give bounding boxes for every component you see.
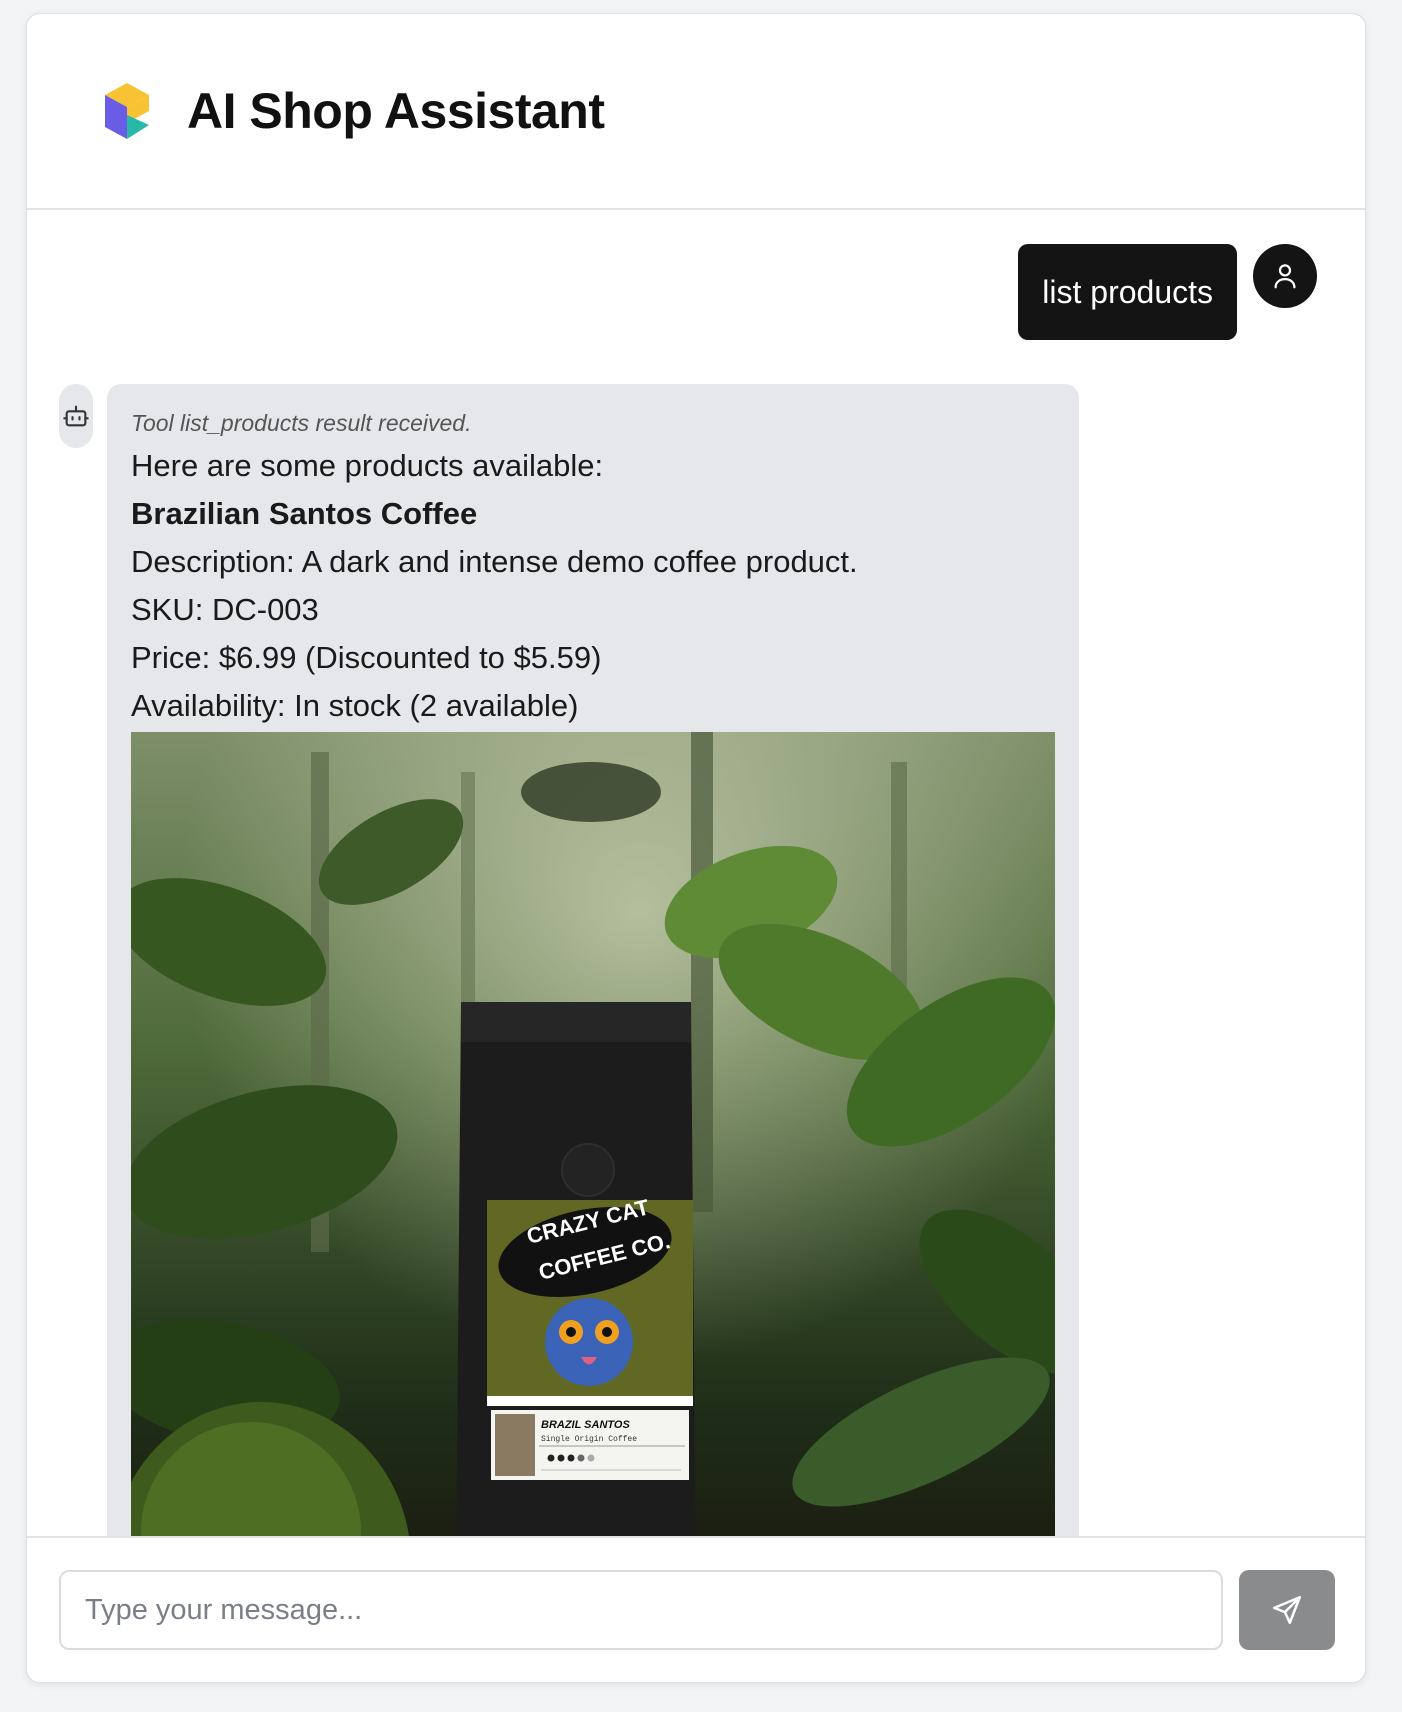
user-message-row: list products [1018,244,1317,340]
product-price: Price: $6.99 (Discounted to $5.59) [131,640,602,675]
user-avatar [1253,244,1317,308]
message-input[interactable] [59,1570,1223,1650]
send-button[interactable] [1239,1570,1335,1650]
product-name: Brazilian Santos Coffee [131,496,478,531]
cube-logo-icon [105,83,149,139]
product-image: CRAZY CAT COFFEE CO. BRAZIL SANTOS Singl… [131,732,1055,1552]
product-sku: SKU: DC-003 [131,592,319,627]
user-message-bubble: list products [1018,244,1237,340]
intro-text: Here are some products available: [131,448,604,483]
bot-message-bubble: Tool list_products result received. Here… [107,384,1079,1552]
bot-message-row: Tool list_products result received. Here… [59,384,1079,1552]
message-list[interactable]: list products Tool list_products result … [27,212,1365,1552]
bot-avatar [59,384,93,448]
svg-text:Single Origin Coffee: Single Origin Coffee [541,1435,637,1444]
header: AI Shop Assistant [27,14,1365,210]
user-icon [1274,264,1296,289]
product-availability: Availability: In stock (2 available) [131,688,579,723]
send-icon [1272,1595,1302,1625]
composer [27,1536,1365,1682]
robot-icon [63,405,89,427]
tool-result-note: Tool list_products result received. [131,410,472,436]
product-description: Description: A dark and intense demo cof… [131,544,858,579]
chat-window: AI Shop Assistant list products Tool lis… [26,13,1366,1683]
app-title: AI Shop Assistant [187,83,605,139]
svg-text:BRAZIL SANTOS: BRAZIL SANTOS [541,1419,630,1431]
